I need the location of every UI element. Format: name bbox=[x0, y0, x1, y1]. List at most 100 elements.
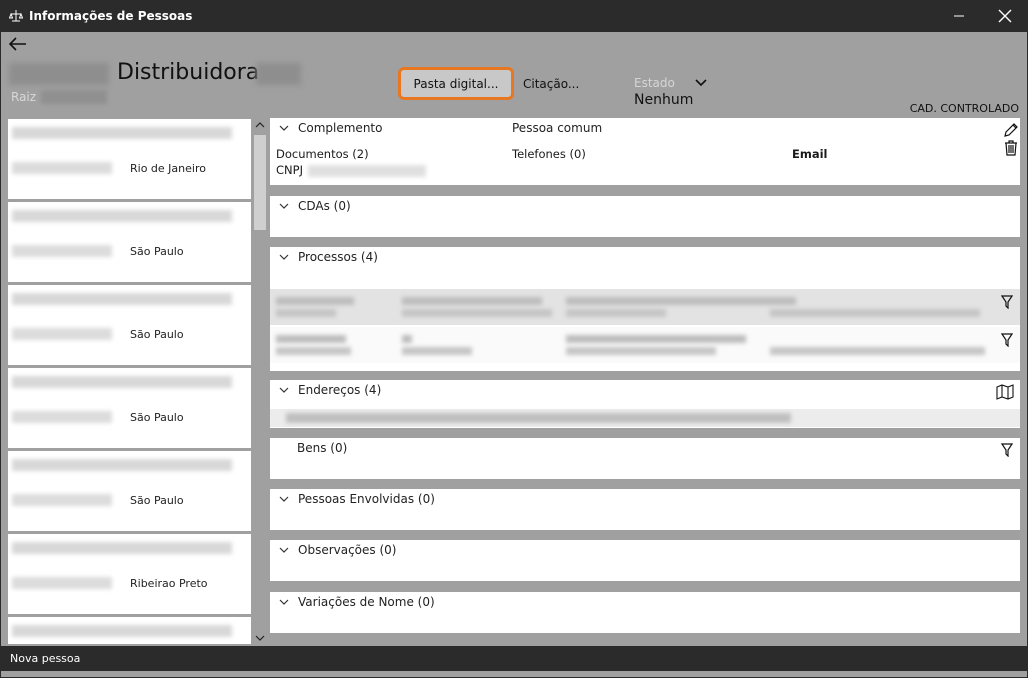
filter-button[interactable] bbox=[998, 441, 1016, 459]
filter-button[interactable] bbox=[998, 331, 1016, 349]
list-item-name-redacted bbox=[12, 210, 232, 222]
raiz-label: Raiz bbox=[11, 90, 37, 104]
list-item[interactable]: São Paulo bbox=[8, 451, 251, 531]
list-item-doc-redacted bbox=[12, 577, 112, 589]
minimize-button[interactable] bbox=[936, 0, 982, 32]
table-row[interactable] bbox=[270, 289, 1020, 325]
section-pessoas-envolvidas: Pessoas Envolvidas (0) bbox=[270, 489, 1020, 530]
section-title: Endereços (4) bbox=[298, 383, 382, 397]
list-item-name-redacted bbox=[12, 127, 232, 139]
nova-pessoa-button[interactable]: Nova pessoa bbox=[10, 652, 80, 665]
list-scrollbar[interactable] bbox=[252, 119, 268, 644]
cell-redacted bbox=[402, 297, 542, 305]
chevron-down-icon bbox=[279, 496, 289, 502]
delete-button[interactable] bbox=[1002, 139, 1020, 157]
section-title: Pessoas Envolvidas (0) bbox=[298, 492, 435, 506]
section-title: Complemento bbox=[298, 121, 383, 135]
section-variacoes-nome: Variações de Nome (0) bbox=[270, 592, 1020, 633]
section-processos: Processos (4) bbox=[270, 247, 1020, 371]
cad-controlado-label: CAD. CONTROLADO bbox=[909, 102, 1019, 115]
estado-label: Estado bbox=[634, 76, 675, 90]
chevron-down-icon bbox=[279, 125, 289, 131]
section-header-bens[interactable]: Bens (0) bbox=[297, 441, 347, 455]
address-redacted bbox=[286, 413, 791, 423]
arrow-left-icon bbox=[9, 37, 26, 51]
section-observacoes: Observações (0) bbox=[270, 540, 1020, 581]
cell-redacted bbox=[402, 347, 472, 355]
section-header-processos[interactable]: Processos (4) bbox=[278, 250, 378, 264]
chevron-down-icon bbox=[279, 254, 289, 260]
chevron-down-icon bbox=[279, 599, 289, 605]
section-title: Variações de Nome (0) bbox=[298, 595, 435, 609]
status-bar: Nova pessoa bbox=[1, 646, 1027, 671]
section-cdas: CDAs (0) bbox=[270, 196, 1020, 237]
cnpj-label: CNPJ bbox=[276, 163, 303, 177]
cell-redacted bbox=[566, 347, 716, 355]
cell-redacted bbox=[402, 335, 412, 343]
list-item-name-redacted bbox=[12, 625, 232, 637]
list-item[interactable]: São Paulo bbox=[8, 368, 251, 448]
list-item-name-redacted bbox=[12, 376, 232, 388]
estado-value[interactable]: Nenhum bbox=[634, 92, 693, 108]
section-enderecos: Endereços (4) bbox=[270, 380, 1020, 428]
raiz-value-redacted bbox=[41, 90, 107, 104]
scroll-down-icon[interactable] bbox=[255, 634, 265, 642]
table-row[interactable] bbox=[270, 327, 1020, 363]
list-item-name-redacted bbox=[12, 542, 232, 554]
funnel-icon bbox=[1001, 443, 1013, 457]
filter-button[interactable] bbox=[998, 293, 1016, 311]
section-title: Observações (0) bbox=[298, 543, 397, 557]
telefones-count: Telefones (0) bbox=[512, 147, 586, 161]
list-item-city: São Paulo bbox=[130, 411, 184, 424]
funnel-icon bbox=[1001, 295, 1013, 309]
close-icon bbox=[998, 9, 1012, 23]
chevron-down-icon[interactable] bbox=[695, 78, 707, 88]
section-title: CDAs (0) bbox=[298, 199, 351, 213]
section-bens: Bens (0) bbox=[270, 438, 1020, 479]
edit-button[interactable] bbox=[1002, 121, 1020, 139]
funnel-icon bbox=[1001, 333, 1013, 347]
email-label: Email bbox=[792, 147, 828, 161]
scroll-thumb[interactable] bbox=[254, 135, 266, 230]
close-button[interactable] bbox=[982, 0, 1028, 32]
list-item-city: São Paulo bbox=[130, 494, 184, 507]
cell-redacted bbox=[402, 309, 552, 317]
section-title: Bens (0) bbox=[297, 441, 348, 455]
section-header-enderecos[interactable]: Endereços (4) bbox=[278, 383, 381, 397]
cell-redacted bbox=[276, 347, 351, 355]
section-header-cdas[interactable]: CDAs (0) bbox=[278, 199, 351, 213]
map-button[interactable] bbox=[996, 383, 1014, 401]
list-item-doc-redacted bbox=[12, 494, 112, 506]
main-window: Distribuidora Raiz Pasta digital... Cita… bbox=[1, 32, 1027, 677]
cell-redacted bbox=[276, 297, 354, 305]
pessoa-type: Pessoa comum bbox=[512, 121, 603, 135]
section-title: Processos (4) bbox=[298, 250, 378, 264]
pasta-digital-button[interactable]: Pasta digital... bbox=[398, 67, 514, 100]
chevron-down-icon bbox=[279, 547, 289, 553]
window-title: Informações de Pessoas bbox=[29, 9, 193, 23]
cell-redacted bbox=[566, 309, 666, 317]
section-header-complemento[interactable]: Complemento bbox=[278, 121, 382, 135]
scroll-up-icon[interactable] bbox=[255, 121, 265, 129]
list-item[interactable]: São Paulo bbox=[8, 202, 251, 282]
pencil-icon bbox=[1004, 123, 1018, 137]
list-item[interactable]: Rio de Janeiro bbox=[8, 119, 251, 199]
citacao-button[interactable]: Citação... bbox=[523, 77, 579, 91]
list-item-name-redacted bbox=[12, 293, 232, 305]
name-suffix-redacted bbox=[256, 63, 301, 85]
list-item-city: São Paulo bbox=[130, 328, 184, 341]
list-item[interactable] bbox=[8, 617, 251, 644]
section-header-pessoas-envolvidas[interactable]: Pessoas Envolvidas (0) bbox=[278, 492, 435, 506]
section-header-observacoes[interactable]: Observações (0) bbox=[278, 543, 396, 557]
list-item[interactable]: São Paulo bbox=[8, 285, 251, 365]
list-item[interactable]: Ribeirao Preto bbox=[8, 534, 251, 614]
pessoas-list: Rio de Janeiro São Paulo São Paulo São P… bbox=[8, 119, 252, 644]
section-complemento: Complemento Pessoa comum Documentos (2) … bbox=[270, 118, 1020, 185]
back-button[interactable] bbox=[7, 34, 29, 54]
section-header-variacoes-nome[interactable]: Variações de Nome (0) bbox=[278, 595, 435, 609]
cell-redacted bbox=[566, 297, 796, 305]
list-item-doc-redacted bbox=[12, 411, 112, 423]
list-item-city: Ribeirao Preto bbox=[130, 577, 208, 590]
address-row[interactable] bbox=[270, 409, 1020, 427]
cnpj-value-redacted bbox=[308, 165, 426, 177]
